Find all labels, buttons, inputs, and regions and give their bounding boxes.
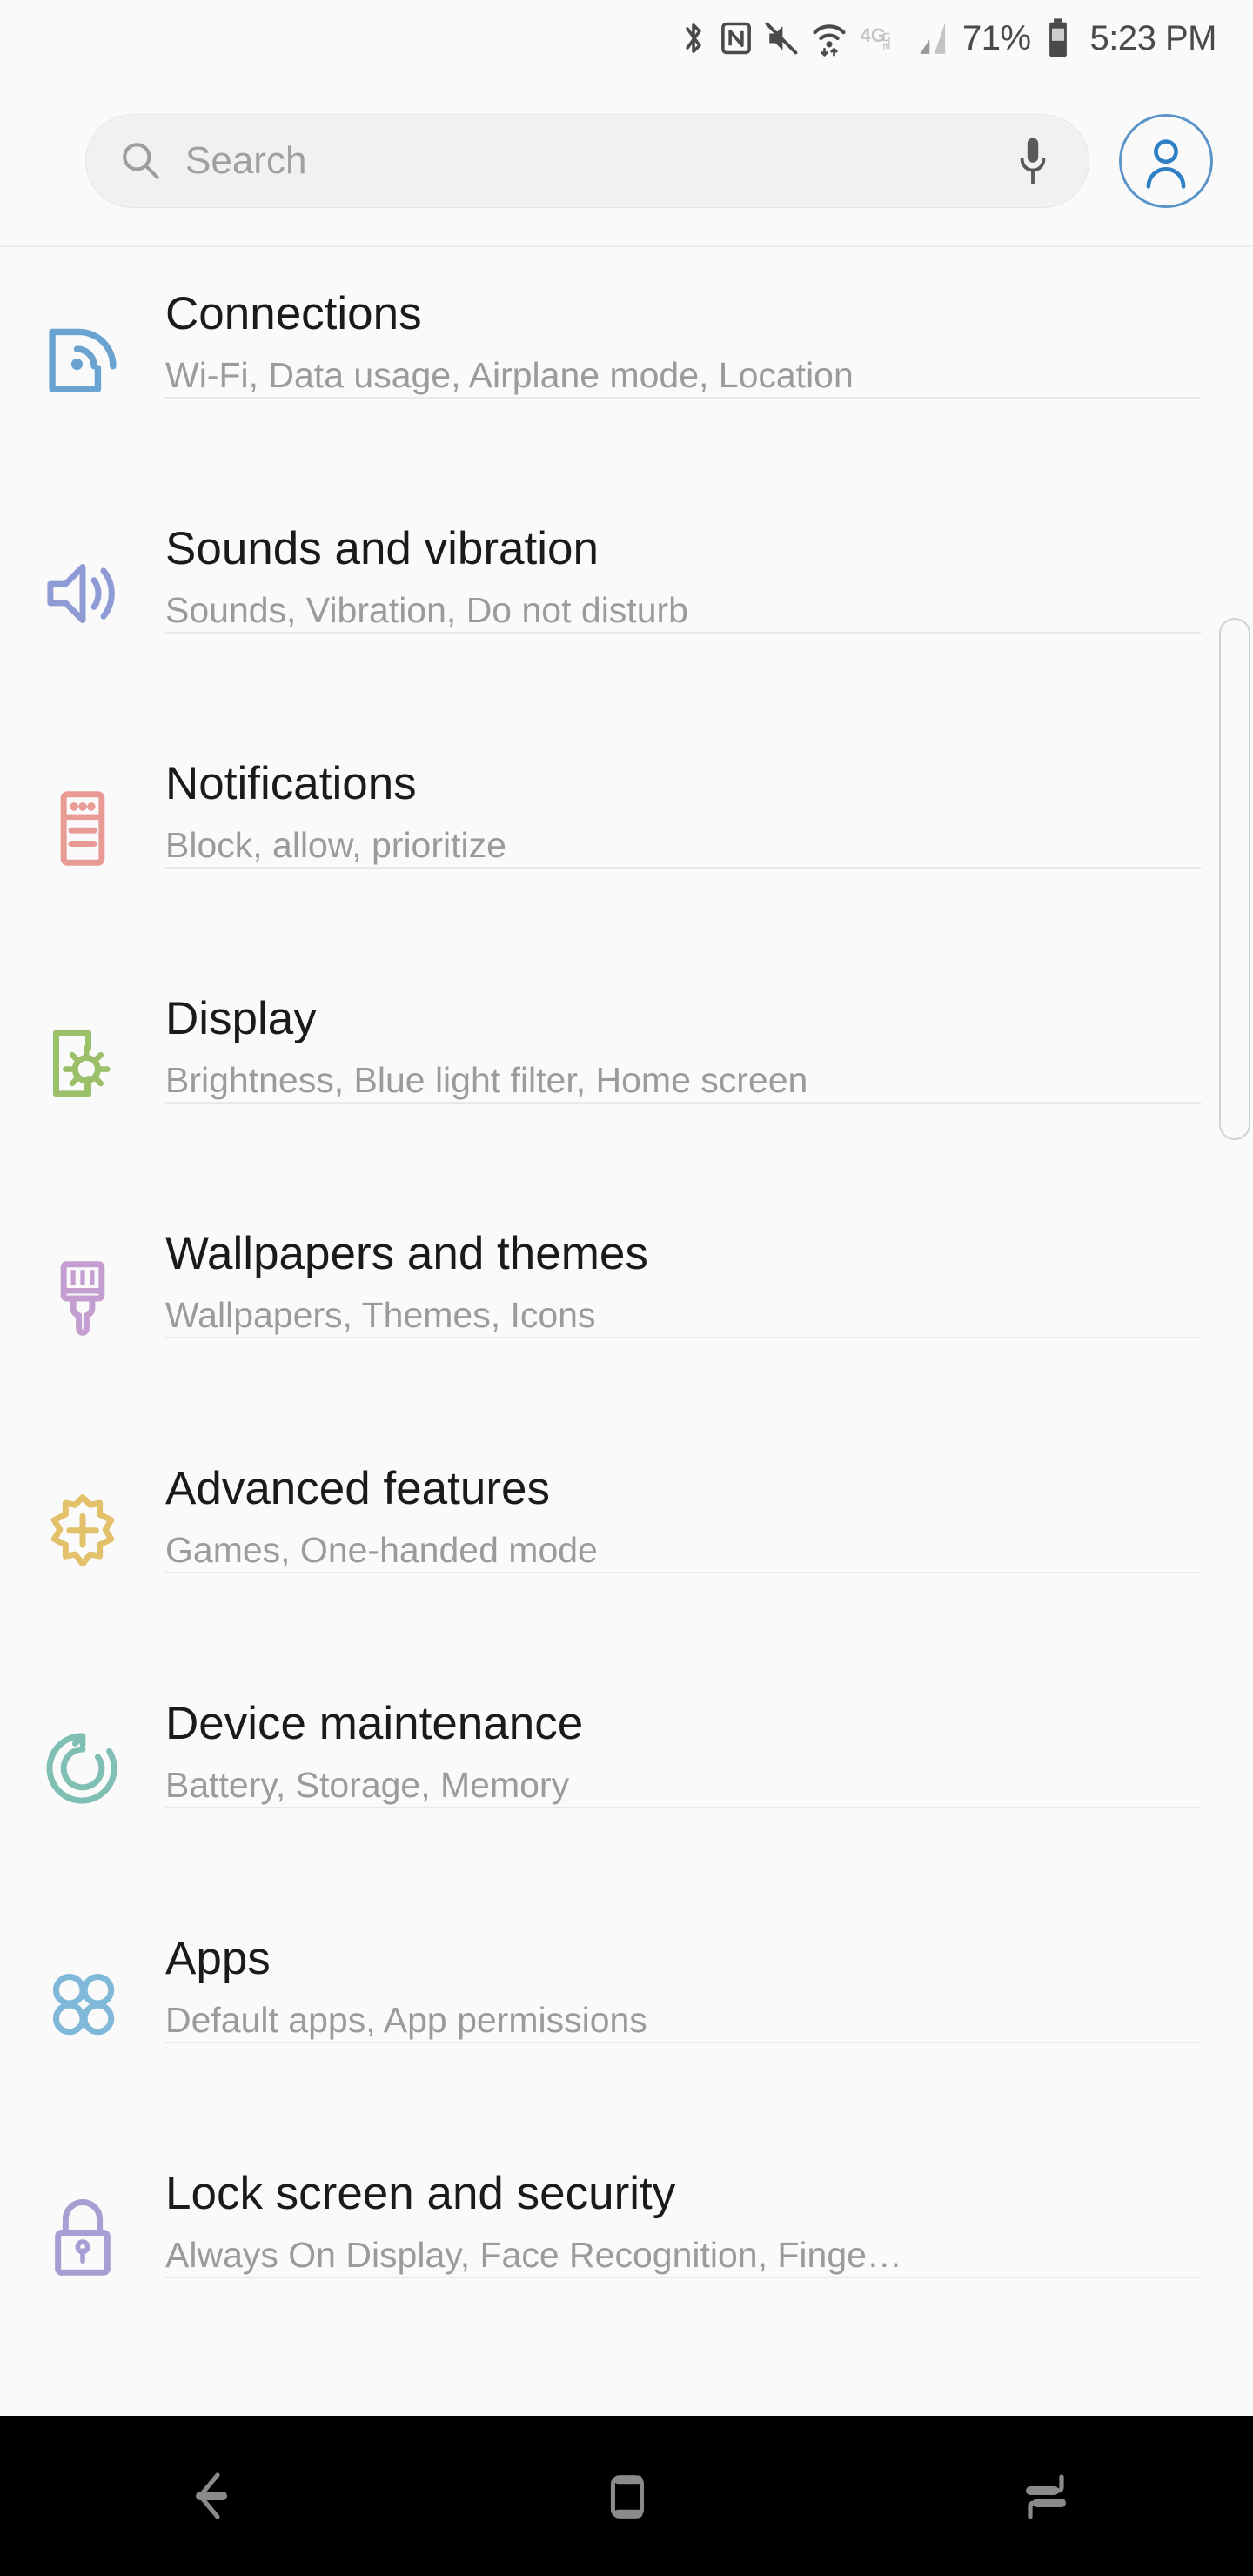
account-button[interactable] bbox=[1119, 114, 1213, 208]
settings-item-title: Sounds and vibration bbox=[165, 523, 599, 574]
row-body: Apps Default apps, App permissions bbox=[165, 1894, 1253, 2043]
row-icon-slot bbox=[0, 954, 165, 1105]
connections-icon bbox=[49, 328, 117, 392]
row-body: Sounds and vibration Sounds, Vibration, … bbox=[165, 484, 1253, 634]
status-bar-icons: 4G LTE 71% 5:23 PM bbox=[679, 17, 1217, 59]
row-icon-slot bbox=[0, 2129, 165, 2280]
settings-item-title: Lock screen and security bbox=[165, 2168, 676, 2219]
row-icon-slot bbox=[0, 1424, 165, 1575]
row-divider bbox=[165, 2276, 1201, 2278]
row-icon-slot bbox=[0, 719, 165, 870]
row-icon-slot bbox=[0, 1189, 165, 1340]
mute-icon bbox=[765, 22, 798, 55]
row-icon-slot bbox=[0, 484, 165, 635]
row-body: Device maintenance Battery, Storage, Mem… bbox=[165, 1659, 1253, 1808]
settings-item-subtitle: Default apps, App permissions bbox=[165, 2000, 647, 2041]
settings-item-advanced-features[interactable]: Advanced features Games, One-handed mode bbox=[0, 1424, 1253, 1659]
clock-label: 5:23 PM bbox=[1089, 18, 1217, 57]
row-divider bbox=[165, 866, 1201, 869]
settings-item-subtitle: Wi-Fi, Data usage, Airplane mode, Locati… bbox=[165, 355, 854, 396]
row-body: Display Brightness, Blue light filter, H… bbox=[165, 954, 1253, 1104]
status-bar: 4G LTE 71% 5:23 PM bbox=[0, 0, 1253, 77]
row-divider bbox=[165, 1101, 1201, 1104]
settings-item-notifications[interactable]: Notifications Block, allow, prioritize bbox=[0, 719, 1253, 954]
row-body: Lock screen and security Always On Displ… bbox=[165, 2129, 1253, 2278]
search-header: Search bbox=[0, 77, 1253, 247]
bluetooth-icon bbox=[686, 23, 701, 53]
row-icon-slot bbox=[0, 249, 165, 400]
row-icon-slot bbox=[0, 1894, 165, 2045]
4glte-icon: 4G LTE bbox=[861, 24, 891, 50]
settings-screen: 4G LTE 71% 5:23 PM Search Connections Wi… bbox=[0, 0, 1253, 2576]
battery-icon bbox=[1049, 18, 1067, 57]
row-divider bbox=[165, 1336, 1201, 1338]
battery-percent-label: 71% bbox=[962, 18, 1031, 57]
settings-item-apps[interactable]: Apps Default apps, App permissions bbox=[0, 1894, 1253, 2129]
signal-icon bbox=[920, 23, 946, 54]
settings-list[interactable]: Connections Wi-Fi, Data usage, Airplane … bbox=[0, 249, 1253, 2416]
row-icon-slot bbox=[0, 1659, 165, 1810]
row-body: Notifications Block, allow, prioritize bbox=[165, 719, 1253, 869]
settings-item-device-maintenance[interactable]: Device maintenance Battery, Storage, Mem… bbox=[0, 1659, 1253, 1894]
settings-item-subtitle: Games, One-handed mode bbox=[165, 1530, 598, 1571]
nav-back-button[interactable] bbox=[0, 2416, 418, 2576]
display-brightness-icon bbox=[52, 1030, 111, 1097]
back-arrow-icon bbox=[196, 2472, 227, 2519]
microphone-icon[interactable] bbox=[1014, 135, 1052, 187]
wifi-icon bbox=[813, 24, 846, 57]
nfc-icon bbox=[721, 22, 751, 55]
settings-item-connections[interactable]: Connections Wi-Fi, Data usage, Airplane … bbox=[0, 249, 1253, 484]
row-body: Wallpapers and themes Wallpapers, Themes… bbox=[165, 1189, 1253, 1338]
recents-icon bbox=[1026, 2474, 1066, 2519]
settings-item-subtitle: Block, allow, prioritize bbox=[165, 825, 506, 866]
settings-item-title: Device maintenance bbox=[165, 1698, 584, 1749]
settings-item-display[interactable]: Display Brightness, Blue light filter, H… bbox=[0, 954, 1253, 1189]
settings-item-title: Display bbox=[165, 993, 317, 1044]
svg-text:LTE: LTE bbox=[881, 32, 891, 50]
search-input[interactable]: Search bbox=[85, 114, 1089, 208]
account-circle-icon bbox=[1146, 139, 1186, 189]
settings-item-title: Connections bbox=[165, 288, 422, 339]
row-divider bbox=[165, 2041, 1201, 2043]
settings-item-sounds-and-vibration[interactable]: Sounds and vibration Sounds, Vibration, … bbox=[0, 484, 1253, 719]
row-divider bbox=[165, 396, 1201, 399]
settings-item-subtitle: Wallpapers, Themes, Icons bbox=[165, 1295, 596, 1336]
speaker-icon bbox=[47, 563, 115, 624]
paintbrush-icon bbox=[60, 1261, 105, 1336]
row-divider bbox=[165, 1571, 1201, 1573]
notifications-icon bbox=[60, 791, 105, 866]
row-divider bbox=[165, 1806, 1201, 1808]
search-placeholder-text: Search bbox=[185, 139, 307, 182]
settings-item-subtitle: Always On Display, Face Recognition, Fin… bbox=[165, 2235, 902, 2276]
nav-home-button[interactable] bbox=[418, 2416, 835, 2576]
navigation-bar bbox=[0, 2416, 1253, 2576]
refresh-circle-icon bbox=[46, 1733, 117, 1804]
settings-item-subtitle: Sounds, Vibration, Do not disturb bbox=[165, 590, 688, 631]
settings-item-wallpapers-and-themes[interactable]: Wallpapers and themes Wallpapers, Themes… bbox=[0, 1189, 1253, 1424]
row-body: Connections Wi-Fi, Data usage, Airplane … bbox=[165, 249, 1253, 399]
settings-item-title: Apps bbox=[165, 1933, 271, 1984]
settings-item-lock-screen-and-security[interactable]: Lock screen and security Always On Displ… bbox=[0, 2129, 1253, 2364]
row-body: Advanced features Games, One-handed mode bbox=[165, 1424, 1253, 1573]
nav-recents-button[interactable] bbox=[835, 2416, 1253, 2576]
settings-item-title: Notifications bbox=[165, 758, 417, 809]
search-icon bbox=[123, 143, 159, 179]
settings-item-subtitle: Battery, Storage, Memory bbox=[165, 1765, 570, 1806]
apps-grid-icon bbox=[52, 1973, 115, 2036]
scrollbar-thumb[interactable] bbox=[1219, 618, 1250, 1140]
settings-item-title: Advanced features bbox=[165, 1463, 550, 1514]
padlock-icon bbox=[55, 2199, 111, 2276]
settings-item-title: Wallpapers and themes bbox=[165, 1228, 648, 1279]
settings-item-subtitle: Brightness, Blue light filter, Home scre… bbox=[165, 1060, 808, 1101]
advanced-gear-icon bbox=[50, 1494, 115, 1567]
row-divider bbox=[165, 631, 1201, 634]
home-square-icon bbox=[610, 2475, 645, 2519]
